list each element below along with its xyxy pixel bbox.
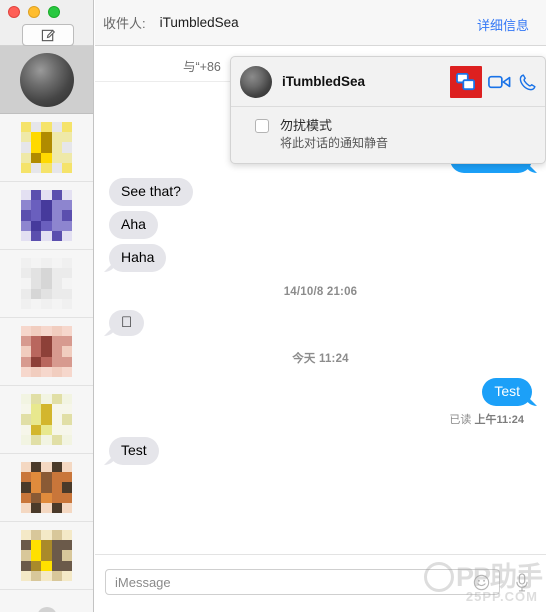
popover-body: 勿扰模式 将此对话的通知静音 [231,107,545,152]
popover-action-buttons [450,66,537,98]
video-call-button[interactable] [488,73,512,91]
do-not-disturb-title: 勿扰模式 [280,118,333,133]
recipient-value[interactable]: iTumbledSea [160,15,239,30]
message-row: Aha [95,211,546,239]
imessage-placeholder: iMessage [115,574,171,590]
message-composer: iMessage [95,554,546,612]
popover-header: iTumbledSea [231,57,545,107]
conversation-item[interactable] [0,182,93,250]
avatar [20,393,73,446]
conversation-item[interactable] [0,114,93,182]
avatar [20,461,73,514]
read-status: 已读 [449,414,474,426]
zoom-window-button[interactable] [48,6,60,18]
message-row: Test [95,437,546,465]
conversation-with-text: 与“+86 [183,60,221,74]
message-row: Haha [95,244,546,272]
avatar [20,189,73,242]
contact-avatar [240,65,272,98]
avatar [20,325,73,378]
audio-call-button[interactable] [518,73,537,92]
message-row:  [95,310,546,336]
message-row: See that? [95,178,546,206]
sent-message-bubble[interactable]: Test [482,378,532,406]
received-message-bubble[interactable]: Haha [109,244,167,272]
conversation-item[interactable] [0,454,93,522]
smiley-face-icon[interactable] [473,574,490,591]
minimize-window-button[interactable] [28,6,40,18]
received-message-bubble[interactable]: Aha [109,211,158,239]
compose-icon [41,29,55,41]
received-message-bubble[interactable]:  [109,310,145,336]
read-time: 上午11:24 [474,414,524,426]
avatar [19,596,74,612]
conversation-list[interactable] [0,46,93,612]
message-timestamp: 14/10/8 21:06 [283,286,358,298]
compose-message-button[interactable] [22,24,74,46]
contact-details-popover[interactable]: iTumbledSea 勿扰模式 将此对话的通知静音 [230,56,546,164]
read-receipt: 已读 上午11:24 [95,411,546,427]
do-not-disturb-checkbox[interactable] [255,119,269,133]
conversation-item[interactable] [0,46,93,114]
conversation-item[interactable] [0,522,93,590]
recipient-label: 收件人: [103,16,146,31]
window-traffic-lights [8,6,60,18]
imessage-input[interactable]: iMessage [105,569,500,595]
received-message-bubble[interactable]: Test [109,437,159,465]
received-message-bubble[interactable]: See that? [109,178,193,206]
microphone-icon[interactable] [513,572,531,594]
imessage-window: 收件人: iTumbledSea 详细信息 与“+86 HahaHahaNice… [0,0,546,612]
conversation-item[interactable] [0,386,93,454]
screen-share-icon [456,73,476,91]
avatar [20,257,73,310]
message-row: Test [95,378,546,406]
contact-name: iTumbledSea [282,74,366,89]
conversation-item[interactable] [0,250,93,318]
screen-share-button[interactable] [450,66,482,98]
do-not-disturb-subtitle: 将此对话的通知静音 [280,136,389,150]
details-link[interactable]: 详细信息 [477,15,529,34]
conversation-header: 收件人: iTumbledSea 详细信息 [95,0,546,46]
sidebar [0,0,94,612]
sidebar-toolbar [0,0,93,46]
do-not-disturb-texts: 勿扰模式 将此对话的通知静音 [280,117,388,152]
message-timestamp: 今天 11:24 [95,350,546,366]
conversation-item[interactable] [0,590,93,612]
conversation-item[interactable] [0,318,93,386]
avatar [20,121,73,174]
avatar [20,529,73,582]
close-window-button[interactable] [8,6,20,18]
avatar [19,52,74,107]
